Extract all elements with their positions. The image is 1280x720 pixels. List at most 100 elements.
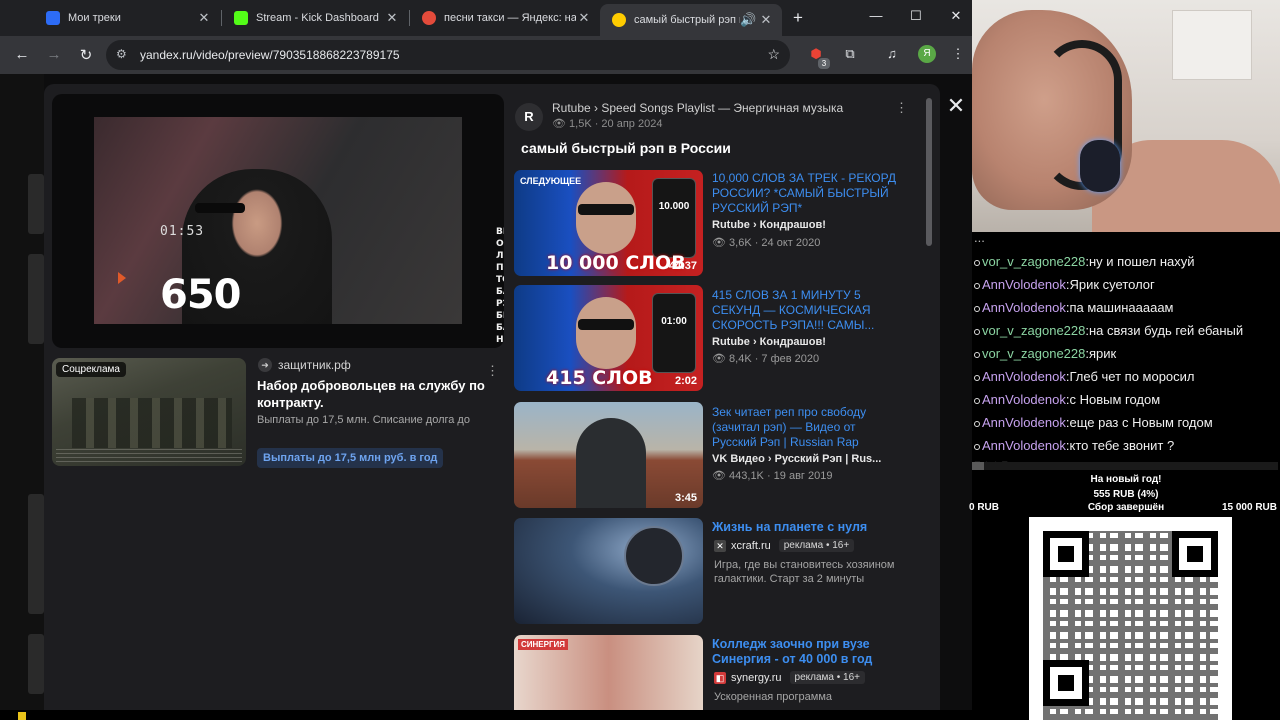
forward-button[interactable]: → xyxy=(44,46,64,63)
chat-message: AnnVolodenok:еще раз с Новым годом xyxy=(974,415,1213,430)
chat-badge-icon xyxy=(974,374,980,381)
new-tab-button[interactable]: + xyxy=(788,8,808,28)
close-icon[interactable]: ✕ xyxy=(758,12,774,28)
ad-title[interactable]: Набор добровольцев на службу по контракт… xyxy=(257,377,497,411)
back-button[interactable]: ← xyxy=(12,46,32,63)
rec-channel[interactable]: Rutube › Кондрашов! xyxy=(712,336,826,348)
chat-badge-icon xyxy=(974,259,980,266)
promo-thumbnail[interactable]: СИНЕРГИЯ xyxy=(514,635,703,710)
goal-title: На новый год! xyxy=(1090,474,1162,485)
eye-icon: 👁 xyxy=(712,237,726,249)
pause-icon xyxy=(46,11,60,25)
url-text[interactable]: yandex.ru/video/preview/7903518868223789… xyxy=(140,48,400,62)
promo-thumbnail[interactable] xyxy=(514,518,703,624)
chat-username[interactable]: AnnVolodenok xyxy=(982,369,1066,384)
chat-username[interactable]: AnnVolodenok xyxy=(982,392,1066,407)
tab-title: Stream - Kick Dashboard xyxy=(256,12,379,24)
goal-sum: 555 RUB (4%) xyxy=(1093,489,1159,500)
ad-source[interactable]: ➜ защитник.рф xyxy=(258,358,351,372)
donation-qr-code[interactable] xyxy=(1029,517,1232,720)
promo-domain[interactable]: xcraft.ru xyxy=(731,540,771,552)
rec-thumbnail[interactable]: 10.000 СЛЕДУЮЩЕЕ 10 000 СЛОВ 44:37 xyxy=(514,170,703,276)
browser-menu-icon[interactable]: ⋮ xyxy=(948,46,968,62)
next-label: СЛЕДУЮЩЕЕ xyxy=(520,176,582,186)
rec-meta: 👁 443,1K · 19 авг 2019 xyxy=(712,469,832,482)
close-icon[interactable]: ✕ xyxy=(384,10,400,26)
chat-username[interactable]: AnnVolodenok xyxy=(982,415,1066,430)
chat-badge-icon xyxy=(974,282,980,289)
maximize-button[interactable]: ☐ xyxy=(906,8,926,24)
chat-badge-icon xyxy=(974,305,980,312)
eye-icon: 👁 xyxy=(712,470,726,482)
chat-badge-icon xyxy=(974,328,980,335)
chat-text: с Новым годом xyxy=(1069,392,1161,407)
tab-title: самый быстрый рэп в xyxy=(634,14,740,26)
video-timer: 01:53 xyxy=(160,224,205,239)
promo-source[interactable]: ◧ synergy.ru реклама • 16+ xyxy=(714,671,866,684)
tab-yandex-video[interactable]: самый быстрый рэп в 🔊 ✕ xyxy=(600,4,782,36)
chat-text: на связи будь гей ебаный xyxy=(1088,323,1244,338)
video-more-icon[interactable]: ⋮ xyxy=(895,100,908,116)
minimize-button[interactable]: — xyxy=(866,8,886,23)
close-icon[interactable]: ✕ xyxy=(196,10,212,26)
chat-username[interactable]: vor_v_zagone228 xyxy=(982,254,1085,269)
channel-path[interactable]: Rutube › Speed Songs Playlist — Энергичн… xyxy=(552,101,843,115)
ad-thumbnail[interactable]: Соцреклама xyxy=(52,358,246,466)
chat-message: vor_v_zagone228:ну и пошел нахуй xyxy=(974,254,1195,269)
rec-thumbnail[interactable]: 3:45 xyxy=(514,402,703,508)
extensions-puzzle-icon[interactable]: ⧉ xyxy=(840,46,860,62)
yandex-video-icon xyxy=(612,13,626,27)
rec-channel[interactable]: Rutube › Кондрашов! xyxy=(712,219,826,231)
modal-scroll-thumb[interactable] xyxy=(926,98,932,246)
ad-source-domain[interactable]: защитник.рф xyxy=(278,358,351,372)
eye-icon: 👁 xyxy=(552,118,566,130)
video-sunglasses xyxy=(195,203,245,213)
modal-close-button[interactable]: ✕ xyxy=(944,94,968,118)
speaker-icon[interactable]: 🔊 xyxy=(740,12,756,28)
tab-my-tracks[interactable]: Мои треки ✕ xyxy=(34,4,220,32)
rec-channel[interactable]: VK Видео › Русский Рэп | Rus... xyxy=(712,453,881,465)
thumb-shades xyxy=(578,204,634,215)
chat-username[interactable]: AnnVolodenok xyxy=(982,300,1066,315)
chat-text: еще раз с Новым годом xyxy=(1069,415,1213,430)
site-info-icon[interactable]: ⚙ xyxy=(116,47,127,61)
chat-username[interactable]: vor_v_zagone228 xyxy=(982,323,1085,338)
chat-username[interactable]: vor_v_zagone228 xyxy=(982,346,1085,361)
ad-cta-button[interactable]: Выплаты до 17,5 млн руб. в год xyxy=(257,448,444,468)
promo-title[interactable]: Жизнь на планете с нуля xyxy=(712,520,902,535)
thumb-face xyxy=(576,297,636,369)
profile-avatar[interactable]: Я xyxy=(918,45,936,63)
backdrop-block xyxy=(28,254,44,344)
promo-title[interactable]: Колледж заочно при вузе Синергия - от 40… xyxy=(712,637,902,667)
rec-thumbnail[interactable]: 01:00 415 СЛОВ 2:02 xyxy=(514,285,703,391)
promo-domain[interactable]: synergy.ru xyxy=(731,672,782,684)
close-icon[interactable]: ✕ xyxy=(576,10,592,26)
video-overlay-number: 650 xyxy=(160,272,241,318)
bookmark-star-icon[interactable]: ☆ xyxy=(767,46,780,63)
ad-thumbnail-image xyxy=(72,398,232,448)
chat-username[interactable]: AnnVolodenok xyxy=(982,277,1066,292)
reload-button[interactable]: ↻ xyxy=(76,46,96,64)
promo-source[interactable]: ✕ xcraft.ru реклама • 16+ xyxy=(714,539,855,552)
rec-title[interactable]: 415 СЛОВ ЗА 1 МИНУТУ 5 СЕКУНД — КОСМИЧЕС… xyxy=(712,288,902,333)
promo-label: реклама • 16+ xyxy=(778,539,855,552)
close-window-button[interactable]: ✕ xyxy=(946,8,966,24)
webcam-feed xyxy=(972,0,1280,232)
taskbar-icon xyxy=(18,712,26,720)
channel-logo[interactable]: R xyxy=(515,103,543,131)
tab-kick-dashboard[interactable]: Stream - Kick Dashboard ✕ xyxy=(222,4,408,32)
address-bar[interactable]: ⚙ yandex.ru/video/preview/79035188682237… xyxy=(106,40,790,70)
video-player[interactable]: 01:53 650 ВЫ ОКО ЛЮЕ ПОН ТОЛ БАМ РЭП БИТ… xyxy=(52,94,504,348)
tab-yandex-search[interactable]: песни такси — Яндекс: на ✕ xyxy=(410,4,600,32)
chat-text: па машинааааам xyxy=(1069,300,1174,315)
video-duration: 44:37 xyxy=(668,260,697,272)
rec-title[interactable]: Зек читает реп про свободу (зачитал рэп)… xyxy=(712,405,902,450)
rec-title[interactable]: 10,000 СЛОВ ЗА ТРЕК - РЕКОРД РОССИИ? *СА… xyxy=(712,171,902,216)
kick-icon xyxy=(234,11,248,25)
media-control-icon[interactable]: ♫ xyxy=(882,46,902,61)
video-duration: 2:02 xyxy=(674,375,697,387)
video-side-text: ВЫ ОКО ЛЮЕ ПОН ТОЛ БАМ РЭП БИТ БАРА НЕ О… xyxy=(496,227,504,348)
chat-truncated-line: ... xyxy=(974,230,985,245)
yandex-icon xyxy=(422,11,436,25)
chat-username[interactable]: AnnVolodenok xyxy=(982,438,1066,453)
